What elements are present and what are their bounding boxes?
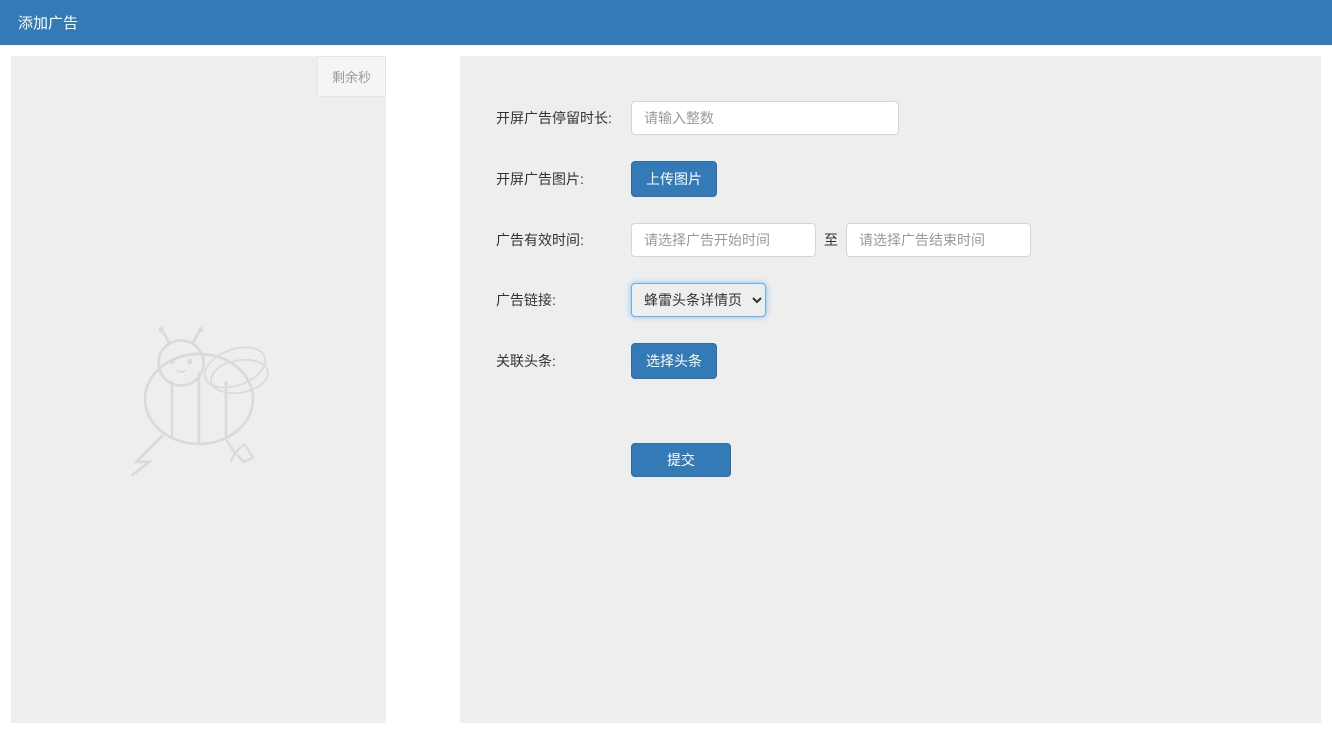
select-link-type[interactable]: 蜂雷头条详情页 xyxy=(631,283,766,317)
date-separator: 至 xyxy=(824,230,838,250)
label-image: 开屏广告图片: xyxy=(496,169,631,189)
row-valid-time: 广告有效时间: 至 xyxy=(496,223,1285,257)
content-wrapper: 剩余秒 开屏广告停留时长: 开屏广告图片: xyxy=(0,45,1332,734)
label-relation: 关联头条: xyxy=(496,351,631,371)
row-image: 开屏广告图片: 上传图片 xyxy=(496,161,1285,197)
page-title: 添加广告 xyxy=(18,15,78,32)
input-end-date[interactable] xyxy=(846,223,1031,257)
label-link: 广告链接: xyxy=(496,290,631,310)
row-submit: 提交 xyxy=(496,443,1285,477)
row-relation: 关联头条: 选择头条 xyxy=(496,343,1285,379)
form-panel: 开屏广告停留时长: 开屏广告图片: 上传图片 广告有效时间: 至 广告链接: xyxy=(460,56,1321,723)
countdown-badge: 剩余秒 xyxy=(317,56,386,97)
input-duration[interactable] xyxy=(631,101,899,135)
label-duration: 开屏广告停留时长: xyxy=(496,108,631,128)
select-headline-button[interactable]: 选择头条 xyxy=(631,343,717,379)
upload-image-button[interactable]: 上传图片 xyxy=(631,161,717,197)
page-header: 添加广告 xyxy=(0,0,1332,45)
countdown-label: 剩余秒 xyxy=(332,70,371,85)
bee-placeholder-icon xyxy=(109,300,289,480)
ad-preview-panel: 剩余秒 xyxy=(11,56,386,723)
label-valid-time: 广告有效时间: xyxy=(496,230,631,250)
submit-button[interactable]: 提交 xyxy=(631,443,731,477)
input-start-date[interactable] xyxy=(631,223,816,257)
row-link: 广告链接: 蜂雷头条详情页 xyxy=(496,283,1285,317)
row-duration: 开屏广告停留时长: xyxy=(496,101,1285,135)
